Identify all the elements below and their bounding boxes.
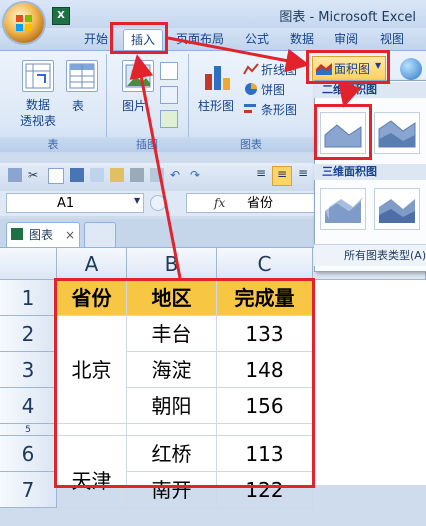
arrow-area-to-2d [338,81,362,108]
arrow-data-to-insert [129,54,182,279]
arrow-insert-to-area [167,36,310,73]
annotation-arrows [129,36,362,279]
